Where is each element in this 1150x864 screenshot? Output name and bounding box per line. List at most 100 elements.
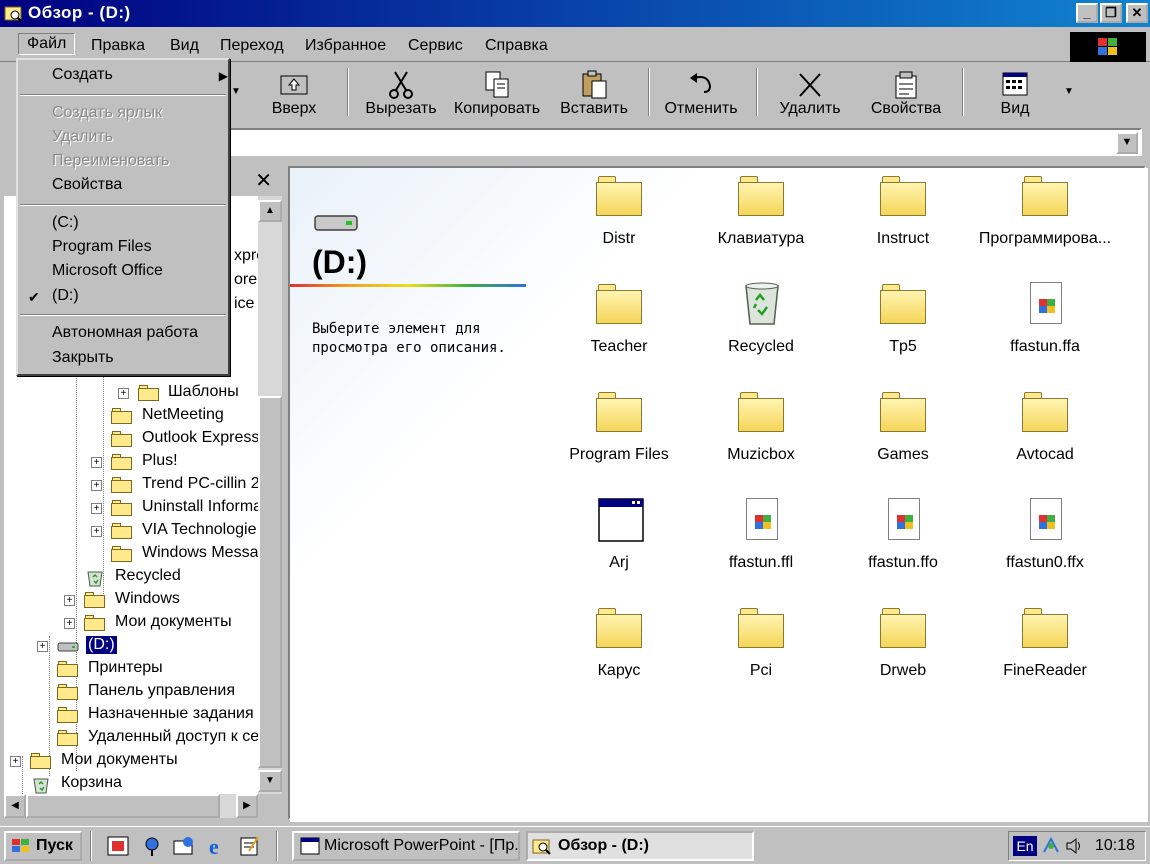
folder-item[interactable]: Pci xyxy=(690,604,832,700)
delete-button[interactable]: Удалить xyxy=(770,66,850,120)
tree-item[interactable]: Назначенные задания xyxy=(4,704,258,726)
network-icon[interactable] xyxy=(1041,836,1061,861)
tree-horizontal-scrollbar[interactable]: ◀ ▶ xyxy=(4,794,258,818)
tree-item[interactable]: Удаленный доступ к се xyxy=(4,727,258,749)
language-indicator[interactable]: En xyxy=(1013,836,1037,856)
volume-icon[interactable] xyxy=(1065,836,1083,861)
address-input[interactable]: ▼ xyxy=(228,128,1142,156)
folder-item[interactable]: FineReader xyxy=(974,604,1116,700)
show-desktop-icon[interactable] xyxy=(106,835,130,857)
close-button[interactable]: ✕ xyxy=(1126,3,1148,23)
taskbar-button-explorer[interactable]: Обзор - (D:) xyxy=(526,831,754,861)
menu-edit[interactable]: Правка xyxy=(91,37,145,55)
tree-item[interactable]: + Мои документы xyxy=(4,612,258,634)
scroll-up-button[interactable]: ▲ xyxy=(258,200,282,222)
taskbar-button-powerpoint[interactable]: Microsoft PowerPoint - [Пр... xyxy=(292,831,520,861)
tree-item[interactable]: + Windows xyxy=(4,589,258,611)
folder-item[interactable]: Drweb xyxy=(832,604,974,700)
folder-item[interactable]: Games xyxy=(832,388,974,484)
tree-item[interactable]: + VIA Technologie xyxy=(4,520,258,542)
start-button[interactable]: Пуск xyxy=(4,831,82,861)
menu-item-properties[interactable]: Свойства xyxy=(52,176,122,198)
restore-button[interactable]: ❐ xyxy=(1100,3,1122,23)
folder-item[interactable]: Avtocad xyxy=(974,388,1116,484)
menu-item-create-shortcut[interactable]: Создать ярлык xyxy=(52,104,162,126)
tree-item[interactable]: Корзина xyxy=(4,773,258,794)
tree-vertical-scrollbar[interactable]: ▲ ▼ xyxy=(258,196,282,794)
file-item[interactable]: ffastun.ffo xyxy=(832,496,974,592)
folder-item[interactable]: Карус xyxy=(548,604,690,700)
menu-item-recent[interactable]: (C:) xyxy=(52,214,79,236)
expand-icon[interactable]: + xyxy=(64,618,75,629)
expand-icon[interactable]: + xyxy=(91,526,102,537)
tree-item[interactable]: Панель управления xyxy=(4,681,258,703)
scroll-left-button[interactable]: ◀ xyxy=(4,794,26,818)
folder-item[interactable]: Клавиатура xyxy=(690,172,832,268)
scroll-thumb[interactable] xyxy=(258,396,282,768)
properties-button[interactable]: Свойства xyxy=(862,66,950,120)
menu-item-recent-current[interactable]: (D:) xyxy=(52,287,79,309)
tree-item[interactable]: Принтеры xyxy=(4,658,258,680)
folder-item[interactable]: Teacher xyxy=(548,280,690,376)
channels-icon[interactable] xyxy=(140,835,164,857)
expand-icon[interactable]: + xyxy=(10,756,21,767)
minimize-button[interactable]: _ xyxy=(1076,3,1098,23)
file-item[interactable]: ffastun0.ffx xyxy=(974,496,1116,592)
clock[interactable]: 10:18 xyxy=(1095,837,1135,855)
folder-item[interactable]: Distr xyxy=(548,172,690,268)
menu-item-close[interactable]: Закрыть xyxy=(52,349,114,371)
paste-button[interactable]: Вставить xyxy=(554,66,634,120)
file-item[interactable]: ffastun.ffl xyxy=(690,496,832,592)
menu-favorites[interactable]: Избранное xyxy=(305,37,386,55)
expand-icon[interactable]: + xyxy=(91,503,102,514)
folder-item[interactable]: Program Files xyxy=(548,388,690,484)
menu-item-recent[interactable]: Microsoft Office xyxy=(52,262,163,284)
address-dropdown-button[interactable]: ▼ xyxy=(1116,132,1138,154)
folder-item[interactable]: Muzicbox xyxy=(690,388,832,484)
hscroll-thumb[interactable] xyxy=(26,794,220,818)
folder-item[interactable]: Tp5 xyxy=(832,280,974,376)
tree-item[interactable]: + Мои документы xyxy=(4,750,258,772)
tree-item[interactable]: + Uninstall Informa xyxy=(4,497,258,519)
expand-icon[interactable]: + xyxy=(118,388,129,399)
program-item[interactable]: Arj xyxy=(548,496,690,592)
folder-item[interactable]: Instruct xyxy=(832,172,974,268)
back-dropdown-arrow-icon[interactable]: ▼ xyxy=(231,86,241,97)
tree-item[interactable]: Recycled xyxy=(4,566,258,588)
up-button[interactable]: Вверх xyxy=(258,66,330,120)
folder-item[interactable]: Программирова... xyxy=(974,172,1116,268)
menu-item-recent[interactable]: Program Files xyxy=(52,238,152,260)
views-dropdown-arrow-icon[interactable]: ▼ xyxy=(1064,86,1074,97)
expand-icon[interactable]: + xyxy=(64,595,75,606)
cut-button[interactable]: Вырезать xyxy=(360,66,442,120)
tree-item-selected[interactable]: + (D:) xyxy=(4,635,258,657)
undo-button[interactable]: Отменить xyxy=(658,66,744,120)
views-button[interactable]: Вид xyxy=(982,66,1048,120)
menu-item-create[interactable]: Создать ▶ xyxy=(52,66,228,88)
menu-item-work-offline[interactable]: Автономная работа xyxy=(52,324,198,346)
menu-go[interactable]: Переход xyxy=(220,37,284,55)
internet-explorer-icon[interactable]: e xyxy=(206,834,230,859)
tree-item[interactable]: + Шаблоны xyxy=(4,382,258,404)
menu-item-rename[interactable]: Переименовать xyxy=(52,152,169,174)
tree-item[interactable]: + Trend PC-cillin 20 xyxy=(4,474,258,496)
file-item[interactable]: ffastun.ffa xyxy=(974,280,1116,376)
menu-file[interactable]: Файл xyxy=(18,33,76,55)
menu-tools[interactable]: Сервис xyxy=(408,37,463,55)
scroll-down-button[interactable]: ▼ xyxy=(258,770,282,792)
tree-item[interactable]: Outlook Express xyxy=(4,428,258,450)
notepad-icon[interactable] xyxy=(238,835,262,857)
copy-button[interactable]: Копировать xyxy=(448,66,546,120)
recycle-bin-item[interactable]: Recycled xyxy=(690,280,832,376)
menu-help[interactable]: Справка xyxy=(485,37,548,55)
tree-item[interactable]: NetMeeting xyxy=(4,405,258,427)
menu-view[interactable]: Вид xyxy=(170,37,199,55)
outlook-express-icon[interactable] xyxy=(172,835,196,857)
scroll-right-button[interactable]: ▶ xyxy=(236,794,258,818)
close-pane-icon[interactable]: ✕ xyxy=(255,168,272,193)
expand-icon[interactable]: + xyxy=(91,457,102,468)
menu-item-delete[interactable]: Удалить xyxy=(52,128,113,150)
expand-icon[interactable]: + xyxy=(37,641,48,652)
expand-icon[interactable]: + xyxy=(91,480,102,491)
title-bar[interactable]: Обзор - (D:) _ ❐ ✕ xyxy=(0,0,1150,27)
